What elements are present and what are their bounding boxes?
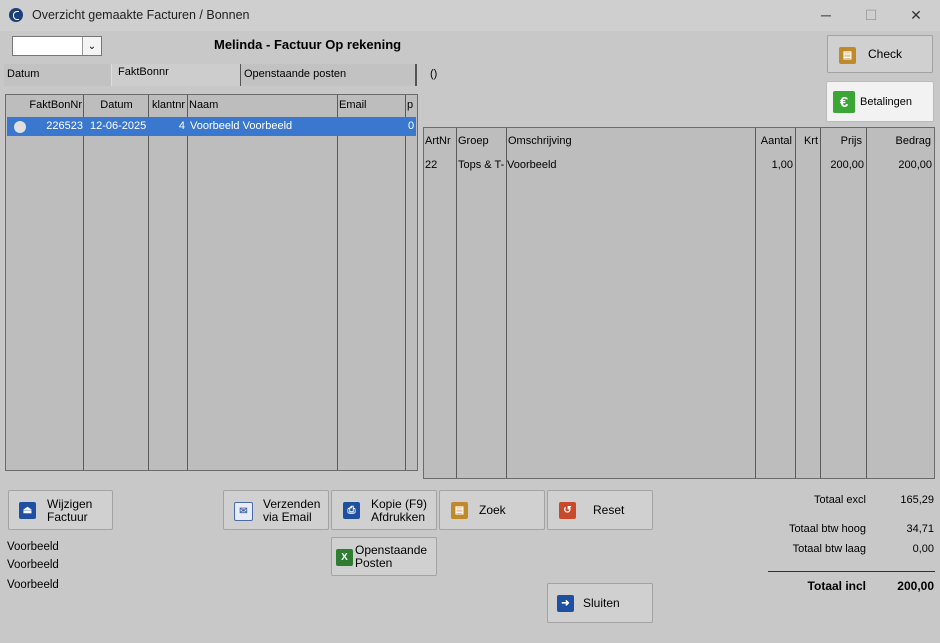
cell-aantal: 1,00 [771, 159, 793, 171]
filter-dropdown[interactable]: ⌄ [12, 36, 102, 56]
col-header-prijs[interactable]: Prijs [822, 131, 862, 151]
sort-tabs: Datum FaktBonnr Openstaande posten [4, 64, 417, 86]
cell-faktbonnr: 226523 [46, 120, 83, 132]
totaal-incl-value: 200,00 [897, 579, 934, 593]
zoek-button[interactable]: ▤ Zoek [439, 490, 545, 530]
col-header-bedrag[interactable]: Bedrag [868, 131, 931, 151]
tab-faktbonnr[interactable]: FaktBonnr [112, 64, 240, 86]
cell-bedrag: 200,00 [898, 159, 932, 171]
table-row[interactable]: 226523 12-06-2025 4 Voorbeeld Voorbeeld … [7, 117, 416, 136]
cell-p: 0 [408, 120, 415, 132]
totaal-incl-label: Totaal incl [807, 579, 866, 593]
euro-icon: € [833, 91, 855, 113]
reset-button[interactable]: ↺ Reset [547, 490, 653, 530]
cell-klantnr: 4 [178, 120, 185, 132]
info-line-2: Voorbeeld [7, 559, 59, 571]
col-header-omschrijving[interactable]: Omschrijving [508, 131, 572, 151]
col-header-artnr[interactable]: ArtNr [425, 131, 451, 151]
cell-artnr: 22 [425, 159, 438, 171]
tab-datum[interactable]: Datum [4, 64, 112, 86]
col-header-datum[interactable]: Datum [85, 95, 148, 115]
cell-groep: Tops & T- [458, 159, 505, 171]
col-header-aantal[interactable]: Aantal [724, 131, 792, 151]
close-button[interactable]: ✕ [893, 4, 939, 26]
col-header-groep[interactable]: Groep [458, 131, 489, 151]
info-line-1: Voorbeeld [7, 541, 59, 553]
cell-omschrijving: Voorbeeld [507, 159, 557, 171]
betalingen-button[interactable]: € Betalingen [826, 81, 934, 122]
sluiten-button[interactable]: ➜ Sluiten [547, 583, 653, 623]
invoice-grid[interactable]: FaktBonNr Datum klantnr Naam Email p 226… [5, 94, 418, 471]
totaal-btw-laag-label: Totaal btw laag [792, 543, 866, 555]
info-line-3: Voorbeeld [7, 579, 59, 591]
col-header-klantnr[interactable]: klantnr [150, 95, 187, 115]
totaal-excl-label: Totaal excl [814, 494, 866, 506]
wijzigen-factuur-button[interactable]: ⏏ Wijzigen Factuur [8, 490, 113, 530]
verzenden-email-button[interactable]: ✉ Verzenden via Email [223, 490, 329, 530]
eject-icon: ⏏ [19, 502, 36, 519]
invoice-lines-grid[interactable]: ArtNr Groep Omschrijving Aantal Krt Prij… [423, 127, 935, 479]
excel-icon: X [336, 549, 353, 566]
cell-naam: Voorbeeld Voorbeeld [190, 120, 293, 132]
row-indicator-icon [14, 121, 26, 133]
tab-openstaande-posten[interactable]: Openstaande posten [240, 64, 417, 86]
totals-divider [768, 571, 935, 572]
kopie-afdrukken-button[interactable]: ⎙ Kopie (F9) Afdrukken [331, 490, 437, 530]
col-header-p[interactable]: p [407, 95, 417, 115]
exit-icon: ➜ [557, 595, 574, 612]
minimize-button[interactable]: ─ [803, 4, 849, 26]
clipboard-icon: ▤ [451, 502, 468, 519]
check-button[interactable]: ▤ Check [827, 35, 933, 73]
cell-prijs: 200,00 [830, 159, 864, 171]
window-title: Overzicht gemaakte Facturen / Bonnen [32, 8, 250, 22]
col-header-krt[interactable]: Krt [798, 131, 818, 151]
col-header-email[interactable]: Email [339, 95, 379, 115]
totaal-btw-hoog-label: Totaal btw hoog [788, 523, 866, 535]
clipboard-icon: ▤ [839, 47, 856, 64]
totaal-excl-value: 165,29 [900, 494, 934, 506]
tab-label-parens: () [430, 68, 438, 80]
maximize-button[interactable]: ☐ [848, 4, 894, 26]
totaal-btw-hoog-value: 34,71 [906, 523, 934, 535]
cell-datum: 12-06-2025 [90, 120, 147, 132]
openstaande-posten-button[interactable]: X Openstaande Posten [331, 537, 437, 576]
reset-icon: ↺ [559, 502, 576, 519]
col-header-faktbonnr[interactable]: FaktBonNr [6, 95, 82, 115]
page-title: Melinda - Factuur Op rekening [214, 37, 402, 52]
envelope-icon: ✉ [234, 502, 253, 521]
printer-icon: ⎙ [343, 502, 360, 519]
col-header-naam[interactable]: Naam [189, 95, 289, 115]
app-icon [9, 8, 23, 22]
totaal-btw-laag-value: 0,00 [912, 543, 934, 555]
chevron-down-icon[interactable]: ⌄ [82, 37, 101, 55]
